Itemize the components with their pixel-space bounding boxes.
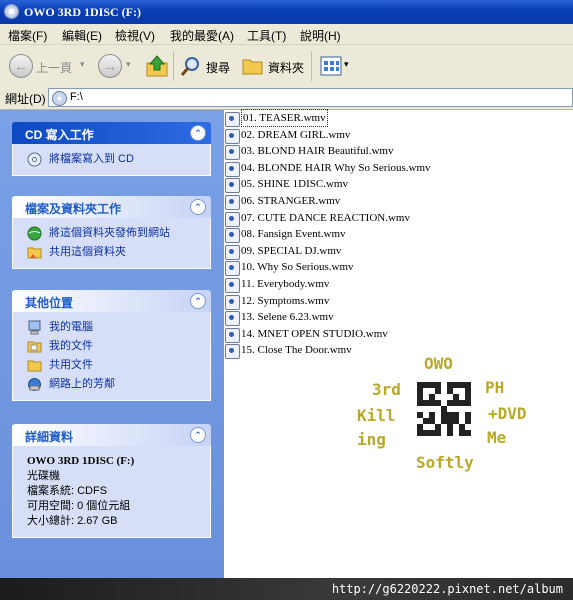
video-file-icon <box>225 128 240 144</box>
other-places-panel: 其他位置 ⌃ 我的電腦 我的文件 共用文件 網路上的芳鄰 <box>12 290 211 401</box>
menu-favorites[interactable]: 我的最愛(A) <box>170 27 234 44</box>
write-to-cd-label: 將檔案寫入到 CD <box>49 153 134 165</box>
back-dropdown-icon[interactable]: ▾ <box>80 59 85 70</box>
details-panel: 詳細資料 ⌃ OWO 3RD 1DISC (F:) 光碟機 檔案系統: CDFS… <box>12 424 211 538</box>
shared-folder-icon <box>27 247 42 259</box>
watermark-text: +DVD <box>488 404 527 423</box>
network-icon <box>28 378 41 391</box>
video-file-icon <box>225 244 240 260</box>
watermark-text: Softly <box>416 453 474 472</box>
folders-icon[interactable] <box>242 56 264 76</box>
watermark-text: 3rd <box>372 380 401 399</box>
collapse-chevron-icon[interactable]: ⌃ <box>190 427 206 443</box>
address-input[interactable]: F:\ <box>48 88 573 107</box>
video-file-icon <box>225 228 240 244</box>
cd-tasks-panel: CD 寫入工作 ⌃ 將檔案寫入到 CD <box>12 122 211 176</box>
details-free-space: 可用空間: 0 個位元組 <box>27 500 131 512</box>
video-file-icon <box>225 195 240 210</box>
qr-code-image <box>417 382 471 436</box>
my-computer-label: 我的電腦 <box>49 321 93 333</box>
publish-folder-label: 將這個資料夾發佈到網站 <box>49 227 170 239</box>
publish-folder-link[interactable]: 將這個資料夾發佈到網站 <box>13 224 210 243</box>
network-places-link[interactable]: 網路上的芳鄰 <box>13 375 210 394</box>
watermark-text: Killing <box>357 406 396 449</box>
toolbar: ← 上一頁 ▾ → ▾ 搜尋 資料夾 ▾ <box>0 45 573 88</box>
video-file-icon <box>225 161 240 177</box>
collapse-chevron-icon[interactable]: ⌃ <box>190 293 206 309</box>
details-drive-name: OWO 3RD 1DISC (F:) <box>27 455 135 467</box>
documents-folder-icon <box>27 341 42 353</box>
collapse-chevron-icon[interactable]: ⌃ <box>190 199 206 215</box>
watermark-footer: http://g6220222.pixnet.net/album <box>0 578 573 600</box>
folders-button-label[interactable]: 資料夾 <box>268 59 304 76</box>
cd-drive-icon <box>52 91 67 106</box>
video-file-icon <box>225 327 240 343</box>
search-button-label[interactable]: 搜尋 <box>206 59 230 76</box>
shared-documents-link[interactable]: 共用文件 <box>13 356 210 375</box>
cd-tasks-header[interactable]: CD 寫入工作 ⌃ <box>12 122 211 144</box>
watermark-text: Me <box>487 428 507 447</box>
task-pane: CD 寫入工作 ⌃ 將檔案寫入到 CD 檔案及資料夾工作 ⌃ 將這個資料夾發佈到… <box>0 110 224 578</box>
menu-help[interactable]: 說明(H) <box>300 27 341 44</box>
other-places-title: 其他位置 <box>25 296 74 310</box>
video-file-icon <box>225 178 240 194</box>
video-file-icon <box>225 112 240 127</box>
views-dropdown-icon[interactable]: ▾ <box>344 59 349 70</box>
forward-dropdown-icon[interactable]: ▾ <box>126 59 131 70</box>
menu-view[interactable]: 檢視(V) <box>115 27 155 44</box>
share-folder-label: 共用這個資料夾 <box>49 246 126 258</box>
details-filesystem: 檔案系統: CDFS <box>27 485 108 497</box>
share-folder-link[interactable]: 共用這個資料夾 <box>13 243 210 262</box>
network-places-label: 網路上的芳鄰 <box>49 378 115 390</box>
computer-icon <box>28 320 41 335</box>
video-file-icon <box>225 261 240 277</box>
toolbar-separator <box>173 51 174 81</box>
my-documents-label: 我的文件 <box>49 340 93 352</box>
cd-write-icon <box>27 152 42 167</box>
details-title: 詳細資料 <box>25 430 74 444</box>
file-tasks-title: 檔案及資料夾工作 <box>25 202 122 216</box>
details-total-size: 大小總計: 2.67 GB <box>27 515 118 527</box>
back-arrow-icon[interactable]: ← <box>9 54 33 78</box>
details-body: OWO 3RD 1DISC (F:) 光碟機 檔案系統: CDFS 可用空間: … <box>12 446 211 538</box>
file-tasks-header[interactable]: 檔案及資料夾工作 ⌃ <box>12 196 211 218</box>
file-tasks-panel: 檔案及資料夾工作 ⌃ 將這個資料夾發佈到網站 共用這個資料夾 <box>12 196 211 269</box>
collapse-chevron-icon[interactable]: ⌃ <box>190 125 206 141</box>
other-places-header[interactable]: 其他位置 ⌃ <box>12 290 211 312</box>
cd-tasks-title: CD 寫入工作 <box>25 128 94 142</box>
video-file-icon <box>225 211 240 227</box>
details-drive-type: 光碟機 <box>27 470 60 482</box>
watermark-text: OWO <box>424 354 453 373</box>
window-title: OWO 3RD 1DISC (F:) <box>24 5 141 19</box>
video-file-icon <box>225 294 240 310</box>
address-label: 網址(D) <box>5 92 46 106</box>
toolbar-separator <box>311 51 312 81</box>
forward-arrow-icon[interactable]: → <box>98 54 122 78</box>
address-value: F:\ <box>70 91 83 103</box>
menu-file[interactable]: 檔案(F) <box>8 27 47 44</box>
watermark-text: PH <box>485 378 505 397</box>
my-computer-link[interactable]: 我的電腦 <box>13 318 210 337</box>
up-folder-icon[interactable] <box>146 54 168 78</box>
back-button-label[interactable]: 上一頁 <box>36 59 72 76</box>
watermark-url: http://g6220222.pixnet.net/album <box>331 582 563 596</box>
menu-bar: 檔案(F) 編輯(E) 檢視(V) 我的最愛(A) 工具(T) 說明(H) <box>0 24 573 45</box>
shared-documents-label: 共用文件 <box>49 359 93 371</box>
views-icon[interactable] <box>320 56 342 76</box>
address-bar: 網址(D) F:\ <box>0 87 573 110</box>
details-header[interactable]: 詳細資料 ⌃ <box>12 424 211 446</box>
video-file-icon <box>225 278 240 293</box>
globe-icon <box>27 226 42 241</box>
video-file-icon <box>225 145 240 161</box>
search-icon[interactable] <box>180 55 202 77</box>
menu-tools[interactable]: 工具(T) <box>247 27 286 44</box>
video-file-icon <box>225 344 240 360</box>
cd-drive-icon <box>4 4 19 19</box>
video-file-icon <box>225 311 240 327</box>
title-bar: OWO 3RD 1DISC (F:) <box>0 0 573 24</box>
my-documents-link[interactable]: 我的文件 <box>13 337 210 356</box>
write-to-cd-link[interactable]: 將檔案寫入到 CD <box>13 150 210 169</box>
folder-icon <box>27 360 42 372</box>
menu-edit[interactable]: 編輯(E) <box>62 27 102 44</box>
